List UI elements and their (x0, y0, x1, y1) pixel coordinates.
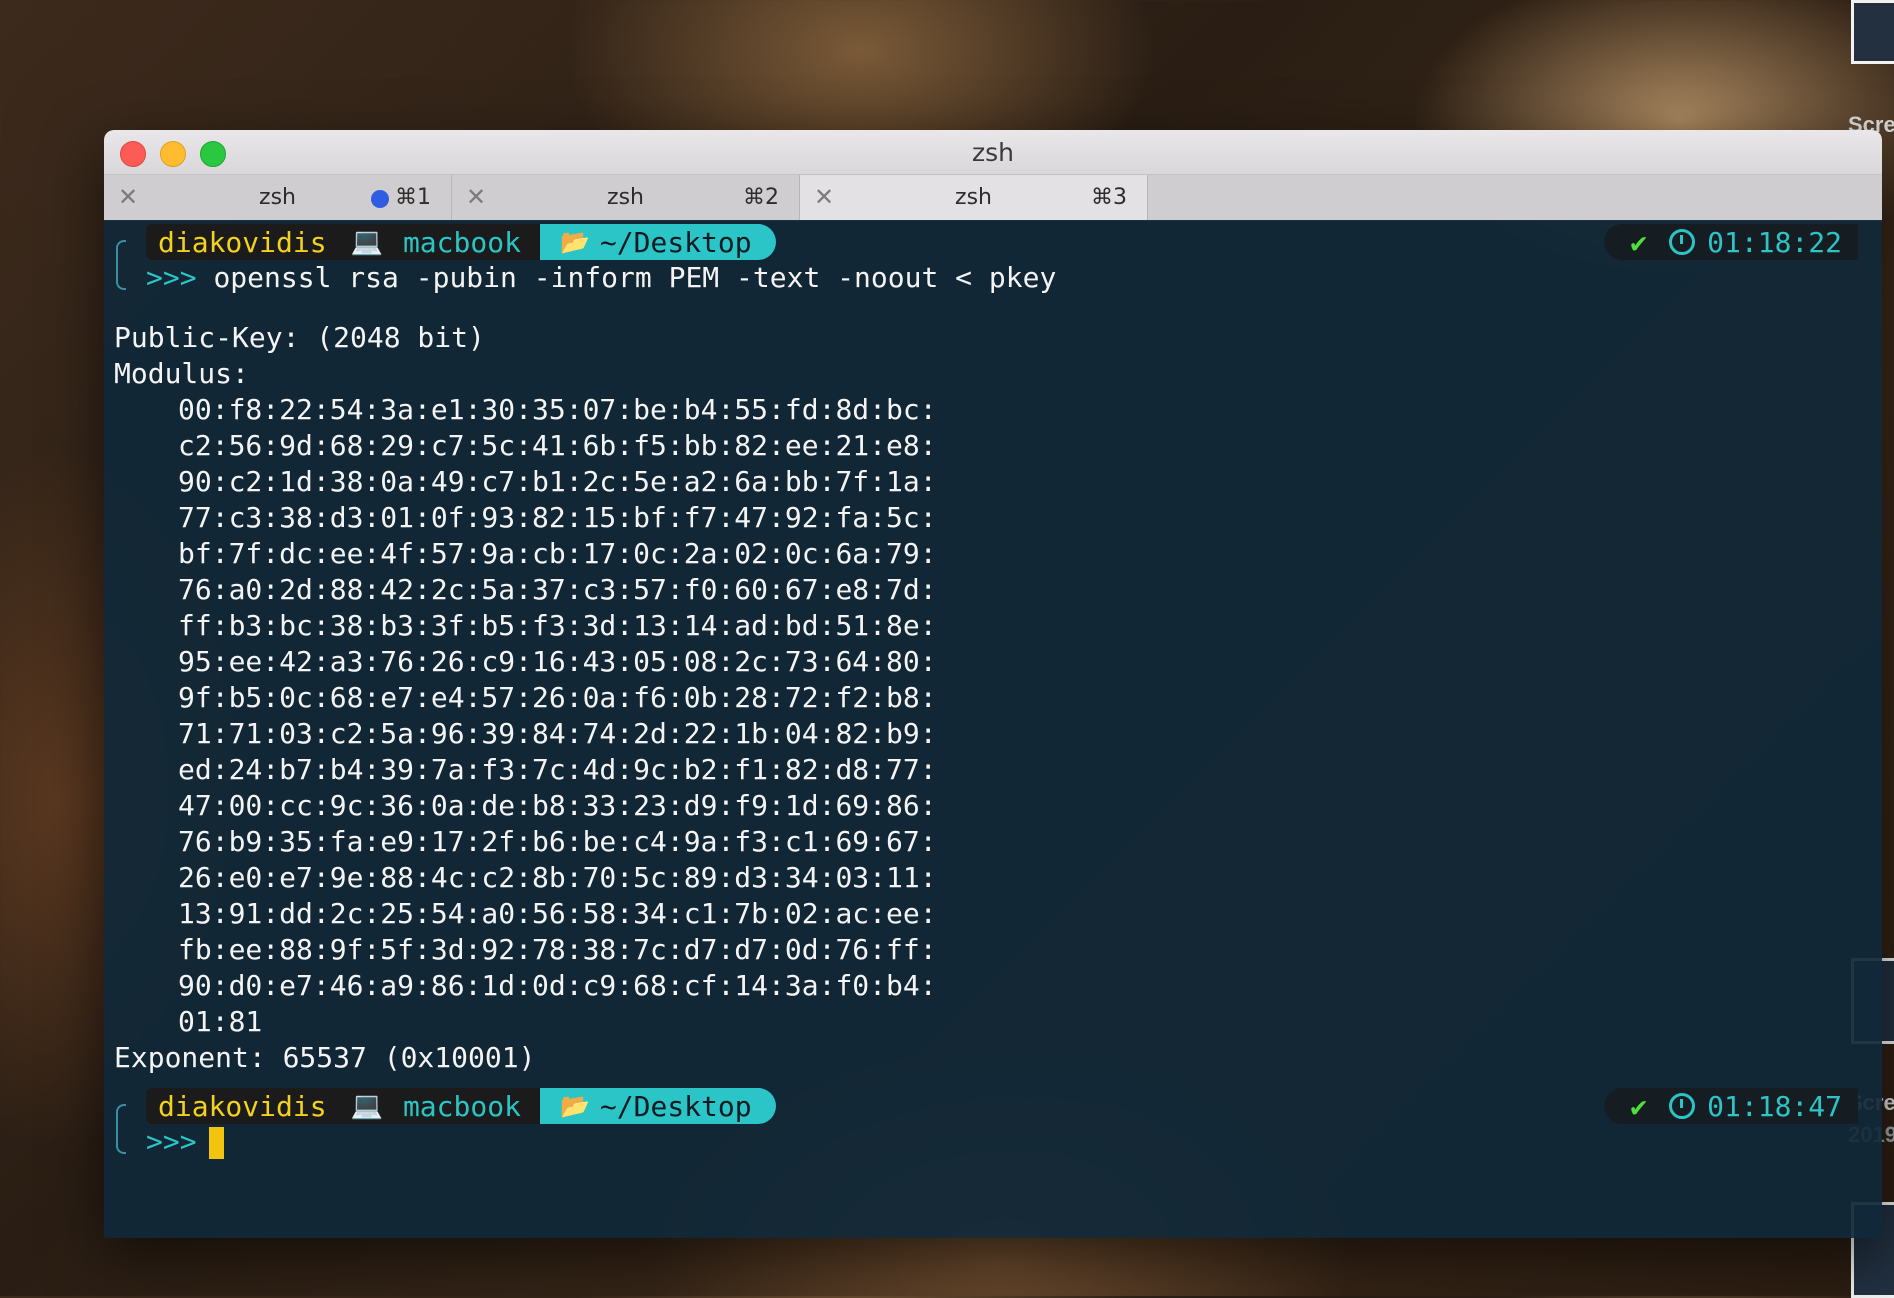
modulus-line: 76:b9:35:fa:e9:17:2f:b6:be:c4:9a:f3:c1:6… (178, 825, 937, 858)
prompt: diakovidis 💻 macbook 📂 ~/Desktop ✔ 01:18:47 (104, 1088, 1882, 1154)
modulus-line: 01:81 (178, 1005, 263, 1038)
laptop-icon: 💻 (350, 1091, 383, 1121)
clock-icon (1669, 229, 1696, 255)
tab-shortcut: ⌘3 (1091, 185, 1127, 210)
tab-bar: ✕ zsh ⌘1 ✕ zsh ⌘2 ✕ zsh ⌘3 (104, 175, 1882, 221)
prompt-dir: ~/Desktop (599, 1089, 752, 1123)
prompt-dir: ~/Desktop (599, 225, 752, 259)
text-cursor (208, 1127, 224, 1159)
check-icon: ✔ (1630, 1089, 1648, 1123)
modulus-line: 77:c3:38:d3:01:0f:93:82:15:bf:f7:47:92:f… (178, 501, 937, 534)
tab-1[interactable]: ✕ zsh ⌘1 (104, 175, 452, 220)
command-line[interactable]: >>> (146, 1124, 224, 1160)
modulus-line: 13:91:dd:2c:25:54:a0:56:58:34:c1:7b:02:a… (178, 897, 937, 930)
prompt-user-host-segment: diakovidis 💻 macbook (146, 1088, 543, 1124)
folder-open-icon: 📂 (560, 1092, 590, 1120)
output-modulus-label: Modulus: (114, 357, 249, 390)
prompt-dir-segment: 📂 ~/Desktop (540, 1088, 776, 1124)
desktop-screenshot-thumbnail[interactable] (1851, 0, 1894, 64)
modulus-line: 00:f8:22:54:3a:e1:30:35:07:be:b4:55:fd:8… (178, 393, 937, 426)
tab-2[interactable]: ✕ zsh ⌘2 (452, 175, 800, 220)
check-icon: ✔ (1630, 225, 1648, 259)
modulus-line: bf:7f:dc:ee:4f:57:9a:cb:17:0c:2a:02:0c:6… (178, 537, 937, 570)
modulus-line: 95:ee:42:a3:76:26:c9:16:43:05:08:2c:73:6… (178, 645, 937, 678)
prompt-time: 01:18:47 (1707, 1089, 1842, 1123)
modulus-line: 76:a0:2d:88:42:2c:5a:37:c3:57:f0:60:67:e… (178, 573, 937, 606)
modulus-line: 26:e0:e7:9e:88:4c:c2:8b:70:5c:89:d3:34:0… (178, 861, 937, 894)
prompt-status: ✔ 01:18:47 (1604, 1088, 1858, 1124)
prompt-user: diakovidis (158, 1089, 327, 1123)
modulus-line: 90:c2:1d:38:0a:49:c7:b1:2c:5e:a2:6a:bb:7… (178, 465, 937, 498)
terminal-content[interactable]: diakovidis 💻 macbook 📂 ~/Desktop ✔ 01:18:22… (104, 220, 1882, 1238)
modulus-line: ed:24:b7:b4:39:7a:f3:7c:4d:9c:b2:f1:82:d… (178, 753, 937, 786)
laptop-icon: 💻 (350, 227, 383, 257)
tab-3[interactable]: ✕ zsh ⌘3 (800, 175, 1148, 220)
prompt-bracket (116, 240, 126, 290)
prompt-status: ✔ 01:18:22 (1604, 224, 1858, 260)
prompt-time: 01:18:22 (1707, 225, 1842, 259)
prompt-chevrons: >>> (146, 261, 197, 294)
command-line: >>> openssl rsa -pubin -inform PEM -text… (146, 260, 1056, 296)
prompt: diakovidis 💻 macbook 📂 ~/Desktop ✔ 01:18:22 (104, 224, 1882, 290)
title-bar: zsh (104, 130, 1882, 175)
activity-dot-icon (371, 190, 389, 208)
modulus-line: ff:b3:bc:38:b3:3f:b5:f3:3d:13:14:ad:bd:5… (178, 609, 937, 642)
tab-shortcut: ⌘2 (743, 185, 779, 210)
prompt-dir-segment: 📂 ~/Desktop (540, 224, 776, 260)
terminal-window: zsh ✕ zsh ⌘1 ✕ zsh ⌘2 ✕ zsh ⌘3 diakovidi… (104, 130, 1882, 1238)
prompt-host: macbook (402, 1089, 521, 1123)
clock-icon (1669, 1093, 1696, 1119)
folder-open-icon: 📂 (560, 228, 590, 256)
prompt-user-host-segment: diakovidis 💻 macbook (146, 224, 543, 260)
prompt-bracket (116, 1104, 126, 1154)
output-exponent: Exponent: 65537 (0x10001) (114, 1041, 536, 1074)
prompt-user: diakovidis (158, 225, 327, 259)
command-text: openssl rsa -pubin -inform PEM -text -no… (213, 261, 1057, 294)
modulus-line: 9f:b5:0c:68:e7:e4:57:26:0a:f6:0b:28:72:f… (178, 681, 937, 714)
output-public-key: Public-Key: (2048 bit) (114, 321, 485, 354)
modulus-line: fb:ee:88:9f:5f:3d:92:78:38:7c:d7:d7:0d:7… (178, 933, 937, 966)
prompt-host: macbook (402, 225, 521, 259)
modulus-line: 90:d0:e7:46:a9:86:1d:0d:c9:68:cf:14:3a:f… (178, 969, 937, 1002)
prompt-chevrons: >>> (146, 1125, 197, 1158)
modulus-line: 47:00:cc:9c:36:0a:de:b8:33:23:d9:f9:1d:6… (178, 789, 937, 822)
tab-shortcut: ⌘1 (395, 185, 431, 210)
modulus-line: c2:56:9d:68:29:c7:5c:41:6b:f5:bb:82:ee:2… (178, 429, 937, 462)
modulus-line: 71:71:03:c2:5a:96:39:84:74:2d:22:1b:04:8… (178, 717, 937, 750)
window-title: zsh (972, 138, 1014, 167)
